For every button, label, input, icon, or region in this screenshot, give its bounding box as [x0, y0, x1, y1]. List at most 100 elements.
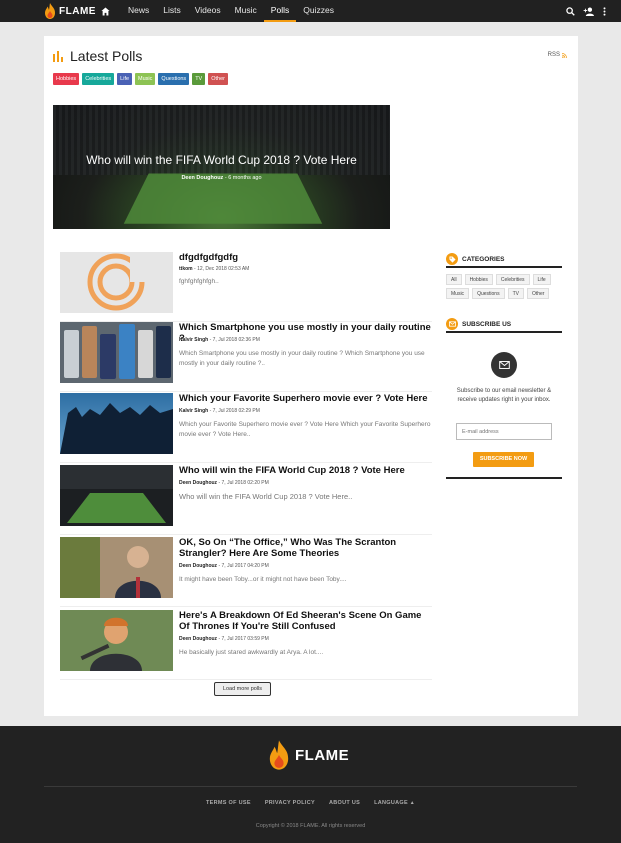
rss-link[interactable]: RSS — [548, 52, 567, 58]
poll-description: Which Smartphone you use mostly in your … — [179, 350, 425, 367]
poll-author[interactable]: ttkom — [179, 266, 193, 272]
categories-title: CATEGORIES — [462, 255, 505, 263]
rss-label: RSS — [547, 52, 560, 58]
nav-videos[interactable]: Videos — [188, 0, 228, 22]
tag-celebrities[interactable]: Celebrities — [82, 73, 115, 85]
poll-author[interactable]: Kalvir Singh — [179, 408, 208, 414]
main-nav: News Lists Videos Music Polls Quizzes — [98, 0, 341, 22]
nav-music[interactable]: Music — [228, 0, 264, 22]
tag-icon — [446, 253, 458, 265]
featured-poll-title[interactable]: Who will win the FIFA World Cup 2018 ? V… — [53, 153, 390, 167]
tag-hobbies[interactable]: Hobbies — [53, 73, 80, 85]
stadium-thumbnail-image — [60, 465, 173, 523]
singer-thumbnail-image — [80, 617, 142, 671]
flame-icon — [269, 740, 289, 770]
sidebar-categories: CATEGORIES All Hobbies Celebrities Life … — [446, 252, 562, 299]
poll-title[interactable]: dfgdfgdfgdfg — [179, 252, 434, 263]
poll-author[interactable]: Deen Doughouz — [179, 636, 217, 642]
more-vertical-icon[interactable] — [603, 6, 606, 16]
poll-meta: Kalvir Singh - 7, Jul 2018 02:36 PM — [179, 337, 260, 343]
poll-thumbnail[interactable] — [60, 252, 173, 313]
list-item: Who will win the FIFA World Cup 2018 ? V… — [60, 465, 434, 535]
featured-poll-meta: Deen Doughouz - 6 months ago — [181, 175, 262, 181]
bar-chart-icon — [53, 50, 63, 62]
about-link[interactable]: ABOUT US — [329, 800, 360, 806]
poll-description: fghfghfghfgh.. — [179, 278, 219, 285]
email-field[interactable] — [456, 423, 552, 440]
featured-poll[interactable]: Who will win the FIFA World Cup 2018 ? V… — [53, 105, 390, 229]
poll-date: 12, Dec 2018 02:53 AM — [197, 266, 250, 272]
rss-icon — [562, 52, 567, 58]
poll-meta: Kalvir Singh - 7, Jul 2018 02:29 PM — [179, 408, 260, 414]
nav-news[interactable]: News — [121, 0, 156, 22]
category-all[interactable]: All — [446, 274, 462, 285]
category-other[interactable]: Other — [526, 288, 550, 299]
poll-title[interactable]: Which your Favorite Superhero movie ever… — [179, 393, 434, 404]
poll-description: Who will win the FIFA World Cup 2018 ? V… — [179, 492, 353, 501]
tag-other[interactable]: Other — [208, 73, 228, 85]
poll-thumbnail[interactable] — [60, 610, 173, 671]
poll-title[interactable]: Who will win the FIFA World Cup 2018 ? V… — [179, 465, 434, 476]
list-item: Which Smartphone you use mostly in your … — [60, 322, 432, 392]
list-item: Here's A Breakdown Of Ed Sheeran's Scene… — [60, 610, 434, 680]
hero-image-pitch — [123, 173, 323, 224]
footer-logo-text: FLAME — [295, 746, 350, 764]
subscribe-text: Subscribe to our email newsletter & rece… — [456, 388, 552, 403]
tag-tv[interactable]: TV — [192, 73, 206, 85]
nav-lists[interactable]: Lists — [156, 0, 187, 22]
language-label: LANGUAGE — [374, 800, 408, 806]
mail-icon — [491, 352, 517, 378]
categories-list: All Hobbies Celebrities Life Music Quest… — [446, 274, 562, 299]
category-questions[interactable]: Questions — [472, 288, 505, 299]
tag-life[interactable]: Life — [117, 73, 133, 85]
section-header: Latest Polls — [53, 48, 142, 64]
user-add-icon[interactable] — [583, 7, 595, 16]
site-footer: FLAME TERMS OF USE PRIVACY POLICY ABOUT … — [0, 726, 621, 843]
poll-meta: Deen Doughouz - 7, Jul 2017 04:20 PM — [179, 563, 269, 569]
category-tags: Hobbies Celebrities Life Music Questions… — [53, 73, 228, 85]
subscribe-box: Subscribe to our email newsletter & rece… — [446, 339, 562, 479]
nav-quizzes[interactable]: Quizzes — [296, 0, 341, 22]
poll-author[interactable]: Deen Doughouz — [179, 563, 217, 569]
tag-questions[interactable]: Questions — [158, 73, 190, 85]
search-icon[interactable] — [566, 6, 575, 16]
terms-link[interactable]: TERMS OF USE — [206, 800, 251, 806]
poll-thumbnail[interactable] — [60, 322, 173, 383]
subscribe-button[interactable]: SUBSCRIBE NOW — [473, 452, 534, 467]
footer-logo[interactable]: FLAME — [268, 740, 349, 770]
featured-poll-author[interactable]: Deen Doughouz — [181, 175, 223, 181]
poll-title[interactable]: Here's A Breakdown Of Ed Sheeran's Scene… — [179, 610, 434, 632]
poll-date: 7, Jul 2018 02:20 PM — [221, 480, 269, 486]
home-icon[interactable] — [98, 0, 112, 22]
poll-author[interactable]: Kalvir Singh — [179, 337, 208, 343]
page-title: Latest Polls — [70, 48, 143, 64]
site-logo[interactable]: FLAME — [44, 3, 96, 19]
poll-thumbnail[interactable] — [60, 465, 173, 526]
list-item: OK, So On “The Office,” Who Was The Scra… — [60, 537, 434, 607]
poll-thumbnail[interactable] — [60, 537, 173, 598]
language-dropdown[interactable]: LANGUAGE ▲ — [374, 800, 415, 806]
poll-description: Which your Favorite Superhero movie ever… — [179, 421, 431, 438]
poll-author[interactable]: Deen Doughouz — [179, 480, 217, 486]
phones-thumbnail-image — [64, 324, 171, 379]
categories-header: CATEGORIES — [446, 252, 562, 268]
poll-thumbnail[interactable] — [60, 393, 173, 454]
sidebar-subscribe: SUBSCRIBE US Subscribe to our email news… — [446, 317, 562, 479]
divider — [60, 391, 432, 392]
category-life[interactable]: Life — [532, 274, 551, 285]
tag-music[interactable]: Music — [135, 73, 156, 85]
logo-text: FLAME — [59, 5, 96, 17]
category-tv[interactable]: TV — [507, 288, 524, 299]
office-thumbnail-image — [60, 537, 161, 598]
list-item: dfgdfgdfgdfg ttkom - 12, Dec 2018 02:53 … — [60, 252, 434, 322]
poll-date: 7, Jul 2018 02:29 PM — [212, 408, 260, 414]
load-more-button[interactable]: Load more polls — [214, 682, 271, 696]
category-hobbies[interactable]: Hobbies — [464, 274, 493, 285]
poll-title[interactable]: OK, So On “The Office,” Who Was The Scra… — [179, 537, 434, 559]
subscribe-header: SUBSCRIBE US — [446, 317, 562, 333]
nav-polls[interactable]: Polls — [263, 0, 297, 22]
poll-date: 7, Jul 2017 03:59 PM — [221, 636, 269, 642]
privacy-link[interactable]: PRIVACY POLICY — [265, 800, 315, 806]
category-music[interactable]: Music — [446, 288, 470, 299]
category-celebrities[interactable]: Celebrities — [495, 274, 530, 285]
